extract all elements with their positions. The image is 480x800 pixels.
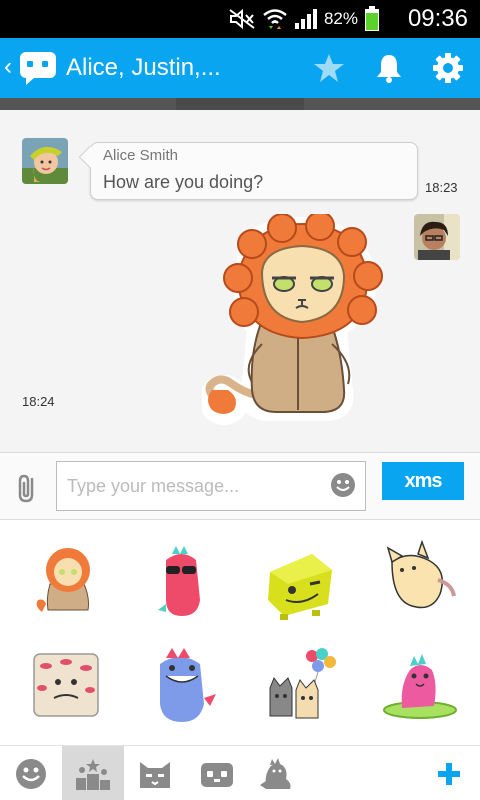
signal-icon [294,9,317,29]
avatar-justin-image [414,214,460,260]
status-bar: 82% 09:36 [0,0,480,38]
sticker-cats-balloons[interactable] [262,644,342,724]
sticker-surfing-dino[interactable] [380,644,460,724]
podium-icon [76,758,110,790]
sticker-lips-cube[interactable] [26,644,106,724]
chat-area[interactable]: Alice Smith How are you doing? 18:23 18:… [0,110,480,452]
gear-icon [433,53,463,83]
tab-dino-stickers[interactable] [244,746,306,800]
emoji-icon[interactable] [330,472,356,498]
app-logo-icon[interactable] [18,50,58,86]
battery-icon [365,6,379,31]
notifications-button[interactable] [371,50,407,86]
attach-icon[interactable] [12,473,44,505]
sticker-time: 18:24 [22,394,55,409]
clock: 09:36 [407,5,468,32]
dino-icon [260,757,291,789]
tab-robot-stickers[interactable] [186,746,248,800]
wifi-icon [263,9,287,29]
tab-top-stickers[interactable] [62,746,124,800]
robot-icon [201,762,233,787]
message-bubble[interactable]: Alice Smith How are you doing? [78,142,418,200]
avatar-alice-image [22,138,68,184]
smiley-icon [16,758,46,789]
message-text: How are you doing? [103,172,264,192]
add-sticker-pack-button[interactable] [418,746,480,800]
sticker-yellow-cube[interactable] [262,544,342,624]
send-button[interactable]: xms [382,462,464,500]
sticker-tabs [0,745,480,800]
bell-icon [377,55,401,83]
back-icon[interactable]: ‹ [4,55,12,79]
sticker-flying-cat[interactable] [378,540,458,620]
mute-icon [229,8,255,30]
status-icons: 82% [228,6,380,32]
bubble-tail [78,145,102,169]
message-sender: Alice Smith [103,147,179,164]
cat-icon [140,761,170,788]
star-icon [314,54,344,82]
screen: 82% 09:36 ‹ Alice, Justin,... Alice Smit… [0,0,480,800]
lion-sticker[interactable] [202,214,402,426]
sticker-panel [0,520,480,745]
tab-emoji[interactable] [0,746,62,800]
message-time: 18:23 [425,180,458,195]
settings-button[interactable] [430,50,466,86]
action-bar: ‹ Alice, Justin,... [0,38,480,98]
sticker-lion[interactable] [28,540,108,620]
sticker-pink-dino[interactable] [142,540,222,620]
battery-percent: 82% [323,9,358,28]
message-input[interactable] [56,461,366,511]
favorite-button[interactable] [311,50,347,86]
avatar-alice[interactable] [22,138,68,184]
avatar-justin[interactable] [414,214,460,260]
conversation-title[interactable]: Alice, Justin,... [66,54,221,82]
sticker-blue-dino[interactable] [142,644,222,724]
plus-icon [438,762,460,785]
tab-cat-stickers[interactable] [124,746,186,800]
